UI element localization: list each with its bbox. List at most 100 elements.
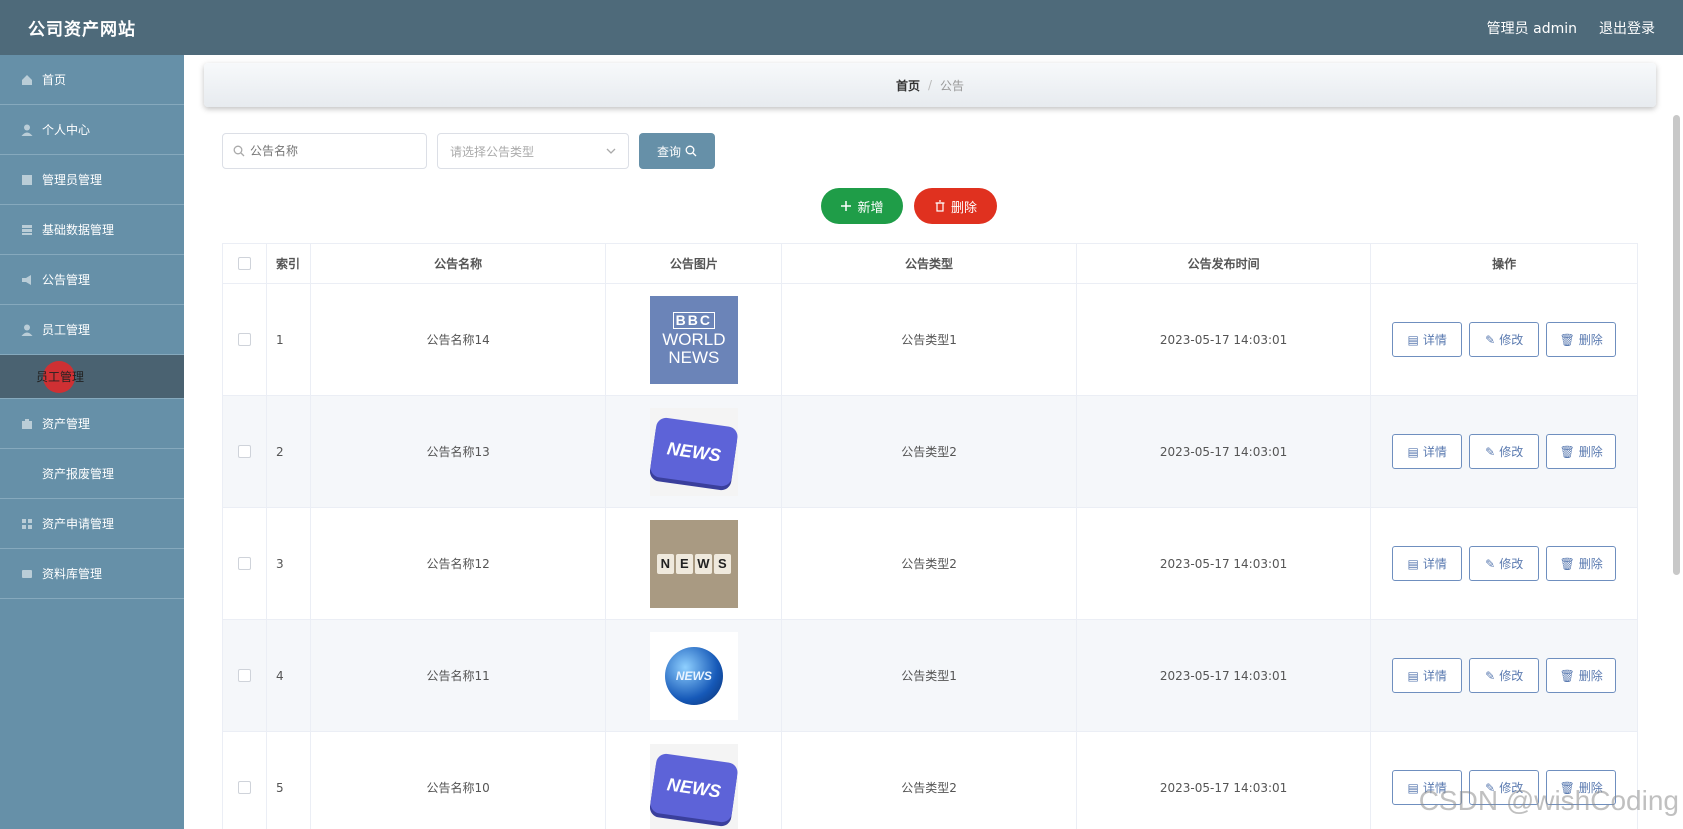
sidebar-item-library[interactable]: 资料库管理 [0, 549, 184, 599]
edit-label: 修改 [1499, 333, 1524, 347]
sidebar-item-asset-application[interactable]: 资产申请管理 [0, 499, 184, 549]
sidebar-subitem-employee-management[interactable]: 员工管理 [0, 355, 184, 399]
row-name: 公告名称11 [311, 620, 607, 731]
notice-thumbnail[interactable]: N E W S [649, 519, 738, 608]
edit-button[interactable]: ✎ 修改 [1469, 658, 1540, 693]
header-time: 公告发布时间 [1077, 244, 1372, 283]
row-image-cell: NEWS [606, 396, 783, 507]
detail-button[interactable]: ▤ 详情 [1392, 658, 1463, 693]
row-name: 公告名称12 [311, 508, 607, 619]
document-icon: ▤ [1407, 556, 1419, 571]
detail-label: 详情 [1422, 669, 1447, 683]
sidebar-item-label: 个人中心 [42, 123, 91, 137]
document-icon: ▤ [1407, 332, 1419, 347]
sidebar-item-label: 公告管理 [42, 273, 91, 287]
top-header: 公司资产网站 管理员 admin 退出登录 [0, 0, 1683, 55]
row-image-cell: BBC WORLD NEWS [606, 284, 783, 395]
sidebar-item-notice[interactable]: 公告管理 [0, 255, 184, 305]
sidebar-item-label: 基础数据管理 [42, 223, 115, 237]
delete-button[interactable]: 🗑︎ 删除 [1546, 322, 1617, 357]
delete-label: 删除 [1578, 669, 1603, 683]
row-image-cell: N E W S [606, 508, 783, 619]
delete-button[interactable]: 🗑︎ 删除 [1546, 658, 1617, 693]
detail-button[interactable]: ▤ 详情 [1392, 322, 1463, 357]
edit-label: 修改 [1499, 557, 1524, 571]
notice-thumbnail[interactable]: NEWS [649, 407, 738, 496]
trash-icon: 🗑︎ [1559, 556, 1575, 571]
sidebar-item-basic-data[interactable]: 基础数据管理 [0, 205, 184, 255]
row-time: 2023-05-17 14:03:01 [1077, 732, 1372, 829]
notice-thumbnail[interactable]: NEWS [649, 743, 738, 829]
notice-table: 索引 公告名称 公告图片 公告类型 公告发布时间 操作 1 公告名称14 BBC… [222, 243, 1638, 829]
header-name: 公告名称 [311, 244, 607, 283]
row-ops: ▤ 详情 ✎ 修改 🗑︎ 删除 [1371, 508, 1637, 619]
home-icon [20, 73, 34, 87]
logout-link[interactable]: 退出登录 [1599, 18, 1655, 38]
thumb-text: NEWS [668, 347, 720, 367]
plus-icon [840, 200, 852, 212]
delete-label: 删除 [1578, 445, 1603, 459]
header-user-area: 管理员 admin 退出登录 [1487, 18, 1655, 38]
row-name: 公告名称14 [311, 284, 607, 395]
detail-label: 详情 [1422, 557, 1447, 571]
select-all-checkbox[interactable] [237, 257, 251, 270]
employee-icon [20, 323, 34, 337]
add-button[interactable]: 新增 [821, 188, 903, 224]
row-checkbox[interactable] [237, 445, 251, 458]
action-bar: 新增 删除 [821, 188, 997, 224]
document-icon: ▤ [1407, 444, 1419, 459]
row-type: 公告类型1 [782, 620, 1077, 731]
admin-user-label[interactable]: 管理员 admin [1487, 18, 1577, 38]
thumb-text: WORLD [662, 330, 726, 349]
data-icon [20, 223, 34, 237]
vertical-scrollbar[interactable] [1673, 115, 1680, 575]
chevron-down-icon [606, 146, 616, 156]
notice-thumbnail[interactable]: BBC WORLD NEWS [649, 295, 738, 384]
row-ops: ▤ 详情 ✎ 修改 🗑︎ 删除 [1371, 620, 1637, 731]
sidebar-item-home[interactable]: 首页 [0, 55, 184, 105]
detail-button[interactable]: ▤ 详情 [1392, 434, 1463, 469]
row-checkbox[interactable] [237, 333, 251, 346]
row-checkbox[interactable] [237, 557, 251, 570]
trash-icon [934, 200, 946, 212]
notice-name-input[interactable] [250, 144, 410, 158]
delete-button[interactable]: 🗑︎ 删除 [1546, 546, 1617, 581]
sidebar-item-assets[interactable]: 资产管理 [0, 399, 184, 449]
pencil-icon: ✎ [1485, 332, 1496, 347]
sidebar-item-label: 资产申请管理 [42, 517, 115, 531]
detail-button[interactable]: ▤ 详情 [1392, 546, 1463, 581]
table-row: 4 公告名称11 NEWS 公告类型1 2023-05-17 14:03:01 … [223, 619, 1637, 731]
pencil-icon: ✎ [1485, 444, 1496, 459]
scrap-icon [20, 467, 34, 481]
batch-delete-button[interactable]: 删除 [914, 188, 997, 224]
breadcrumb-current: 公告 [940, 78, 965, 93]
sidebar-item-employee[interactable]: 员工管理 [0, 305, 184, 355]
row-time: 2023-05-17 14:03:01 [1077, 396, 1372, 507]
table-row: 2 公告名称13 NEWS 公告类型2 2023-05-17 14:03:01 … [223, 395, 1637, 507]
row-checkbox[interactable] [237, 669, 251, 682]
notice-type-select[interactable]: 请选择公告类型 [437, 133, 629, 169]
sidebar-item-asset-scrap[interactable]: 资产报废管理 [0, 449, 184, 499]
sidebar-item-label: 员工管理 [36, 370, 85, 384]
notice-name-field [222, 133, 427, 169]
notice-thumbnail[interactable]: NEWS [649, 631, 738, 720]
breadcrumb-home[interactable]: 首页 [896, 77, 920, 94]
row-checkbox[interactable] [237, 781, 251, 794]
grid-icon [20, 517, 34, 531]
site-title: 公司资产网站 [28, 20, 136, 40]
header-type: 公告类型 [782, 244, 1077, 283]
edit-button[interactable]: ✎ 修改 [1469, 322, 1540, 357]
detail-label: 详情 [1422, 333, 1447, 347]
sidebar-item-admin-management[interactable]: 管理员管理 [0, 155, 184, 205]
edit-label: 修改 [1499, 445, 1524, 459]
notice-type-placeholder: 请选择公告类型 [450, 144, 535, 159]
user-icon [20, 123, 34, 137]
edit-button[interactable]: ✎ 修改 [1469, 434, 1540, 469]
delete-button[interactable]: 🗑︎ 删除 [1546, 434, 1617, 469]
admin-icon [20, 173, 34, 187]
search-icon [685, 145, 697, 157]
search-button[interactable]: 查询 [639, 133, 715, 169]
sidebar-item-profile[interactable]: 个人中心 [0, 105, 184, 155]
row-type: 公告类型1 [782, 284, 1077, 395]
edit-button[interactable]: ✎ 修改 [1469, 546, 1540, 581]
